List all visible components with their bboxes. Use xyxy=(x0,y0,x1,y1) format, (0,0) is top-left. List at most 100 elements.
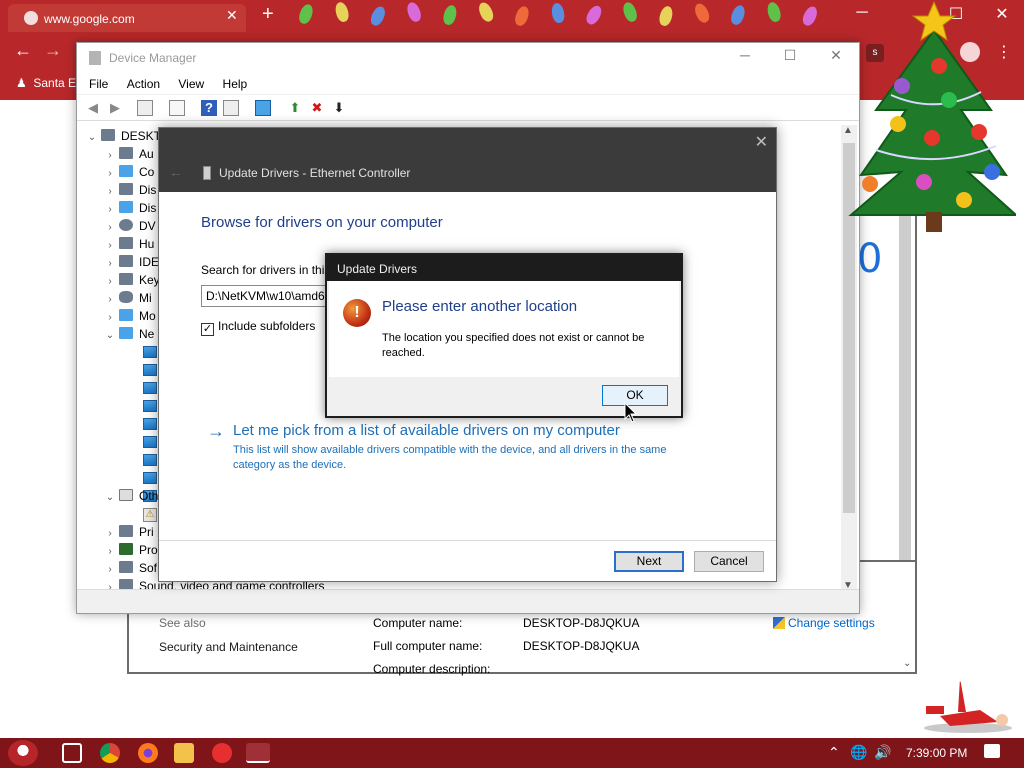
error-heading: Please enter another location xyxy=(382,298,578,315)
christmas-tree-decoration xyxy=(848,0,1016,232)
next-button[interactable]: Next xyxy=(614,551,684,572)
device-manager-app-icon xyxy=(89,51,101,65)
error-dialog-titlebar[interactable]: Update Drivers xyxy=(327,255,681,281)
tab-close-icon[interactable]: ✕ xyxy=(226,7,238,24)
warning-device-icon[interactable]: ⚠ xyxy=(143,508,157,522)
tree-label: Oth xyxy=(139,489,159,503)
task-view-icon[interactable] xyxy=(62,743,82,763)
pick-from-list-description: This list will show available drivers co… xyxy=(233,444,667,471)
taskbar-clock[interactable]: 7:39:00 PM xyxy=(906,746,967,760)
computer-icon xyxy=(101,129,115,141)
uac-shield-icon xyxy=(773,617,785,629)
driver-path-input[interactable]: D:\NetKVM\w10\amd6 xyxy=(201,285,331,307)
wizard-titlebar[interactable]: ✕ ← Update Drivers - Ethernet Controller xyxy=(159,128,776,192)
search-location-label: Search for drivers in this xyxy=(201,263,331,277)
wizard-back-arrow-icon[interactable]: ← xyxy=(169,164,183,180)
collapse-icon[interactable]: ⌄ xyxy=(101,489,119,507)
menu-action[interactable]: Action xyxy=(127,73,160,95)
computer-description-label: Computer description: xyxy=(373,662,491,676)
change-settings-label: Change settings xyxy=(788,616,875,630)
network-adapter-icon[interactable] xyxy=(143,436,157,448)
device-manager-taskbar-icon[interactable] xyxy=(246,743,270,763)
toolbar-forward-icon[interactable]: ▶ xyxy=(107,100,123,116)
error-message: The location you specified does not exis… xyxy=(382,332,645,359)
pick-from-list-link[interactable]: Let me pick from a list of available dri… xyxy=(233,422,620,439)
bookmark-item[interactable]: ♟ Santa E xyxy=(16,76,76,90)
error-ornament-icon: ! xyxy=(343,299,371,327)
santa-bookmark-icon: ♟ xyxy=(16,76,27,90)
error-dialog-body: ! Please enter another location The loca… xyxy=(329,281,679,377)
file-explorer-taskbar-icon[interactable] xyxy=(174,743,194,763)
tree-item-display[interactable]: › Dis xyxy=(101,199,156,217)
dm-minimize-button[interactable]: ─ xyxy=(727,47,763,63)
tree-item-computer[interactable]: › Co xyxy=(101,163,154,181)
network-adapter-icon[interactable] xyxy=(143,418,157,430)
collapse-icon[interactable]: ⌄ xyxy=(101,327,119,345)
tree-item-mice[interactable]: › Mi xyxy=(101,289,152,307)
scroll-down-icon[interactable]: ⌄ xyxy=(903,658,911,669)
browser-tab[interactable]: www.google.com xyxy=(8,4,246,32)
network-globe-icon[interactable]: 🌐 xyxy=(850,744,867,761)
network-adapter-icon[interactable] xyxy=(143,346,157,358)
computer-name-label: Computer name: xyxy=(373,616,463,630)
tree-item-audio[interactable]: › Au xyxy=(101,145,154,163)
wizard-title: Update Drivers - Ethernet Controller xyxy=(219,166,411,180)
browser-back-button[interactable]: ← xyxy=(14,40,32,61)
menu-file[interactable]: File xyxy=(89,73,108,95)
tree-item-hid[interactable]: › Hu xyxy=(101,235,154,253)
cancel-button[interactable]: Cancel xyxy=(694,551,764,572)
error-dialog: Update Drivers ! Please enter another lo… xyxy=(325,253,683,418)
ornament-app-taskbar-icon[interactable] xyxy=(212,743,232,763)
show-hidden-icons-button[interactable]: ⌃ xyxy=(828,744,840,761)
toolbar-disable-icon[interactable]: ⬇ xyxy=(331,100,347,116)
start-button[interactable] xyxy=(8,740,38,766)
tree-item-other-devices[interactable]: ⌄ Oth xyxy=(101,487,158,505)
chrome-taskbar-icon[interactable] xyxy=(100,743,120,763)
tree-label: Pri xyxy=(139,525,154,539)
tree-item-ide[interactable]: › IDE xyxy=(101,253,159,271)
tree-root[interactable]: ⌄ DESKT xyxy=(83,127,161,145)
tree-item-network[interactable]: ⌄ Ne xyxy=(101,325,154,343)
network-adapter-icon[interactable] xyxy=(143,364,157,376)
network-adapter-icon[interactable] xyxy=(143,472,157,484)
toolbar-view-icon[interactable] xyxy=(223,100,239,116)
browser-forward-button[interactable]: → xyxy=(44,40,62,61)
taskbar: ⌃ 🌐 🔊 7:39:00 PM xyxy=(0,738,1024,768)
software-device-icon xyxy=(119,561,133,573)
tree-item-monitors[interactable]: › Mo xyxy=(101,307,156,325)
network-adapter-icon[interactable] xyxy=(143,382,157,394)
checkbox-checked-icon[interactable]: ✓ xyxy=(201,323,214,336)
device-manager-titlebar[interactable]: Device Manager ─ ☐ ✕ xyxy=(77,43,859,73)
toolbar-uninstall-icon[interactable]: ✖ xyxy=(309,100,325,116)
tree-item-printers[interactable]: › Pri xyxy=(101,523,154,541)
toolbar-properties-icon[interactable] xyxy=(137,100,153,116)
new-tab-button[interactable]: + xyxy=(262,3,274,26)
change-settings-link[interactable]: Change settings xyxy=(773,616,875,630)
toolbar-back-icon[interactable]: ◀ xyxy=(85,100,101,116)
menu-view[interactable]: View xyxy=(178,73,204,95)
dm-maximize-button[interactable]: ☐ xyxy=(772,47,808,64)
menu-help[interactable]: Help xyxy=(223,73,248,95)
keyboard-icon xyxy=(119,273,133,285)
tree-item-processors[interactable]: › Pro xyxy=(101,541,158,559)
toolbar-update-driver-icon[interactable]: ⬆ xyxy=(287,100,303,116)
collapse-icon[interactable]: ⌄ xyxy=(83,129,101,147)
tree-label: Mi xyxy=(139,291,152,305)
tree-item-keyboards[interactable]: › Key xyxy=(101,271,160,289)
security-maintenance-link[interactable]: Security and Maintenance xyxy=(159,640,298,654)
firefox-taskbar-icon[interactable] xyxy=(138,743,158,763)
volume-icon[interactable]: 🔊 xyxy=(874,744,891,761)
network-adapter-icon[interactable] xyxy=(143,454,157,466)
toolbar-scan-hardware-icon[interactable] xyxy=(255,100,271,116)
toolbar-show-hide-icon[interactable] xyxy=(169,100,185,116)
tree-item-software[interactable]: › Sof xyxy=(101,559,157,577)
tree-item-disk[interactable]: › Dis xyxy=(101,181,156,199)
computer-name-value: DESKTOP-D8JQKUA xyxy=(523,616,640,630)
include-subfolders-checkbox[interactable]: ✓ Include subfolders xyxy=(201,319,315,336)
wizard-close-button[interactable]: ✕ xyxy=(755,132,768,152)
notification-center-icon[interactable] xyxy=(984,744,1000,758)
network-adapter-icon[interactable] xyxy=(143,400,157,412)
printer-icon xyxy=(119,525,133,537)
toolbar-help-icon[interactable]: ? xyxy=(201,100,217,116)
tree-item-dvd[interactable]: › DV xyxy=(101,217,156,235)
